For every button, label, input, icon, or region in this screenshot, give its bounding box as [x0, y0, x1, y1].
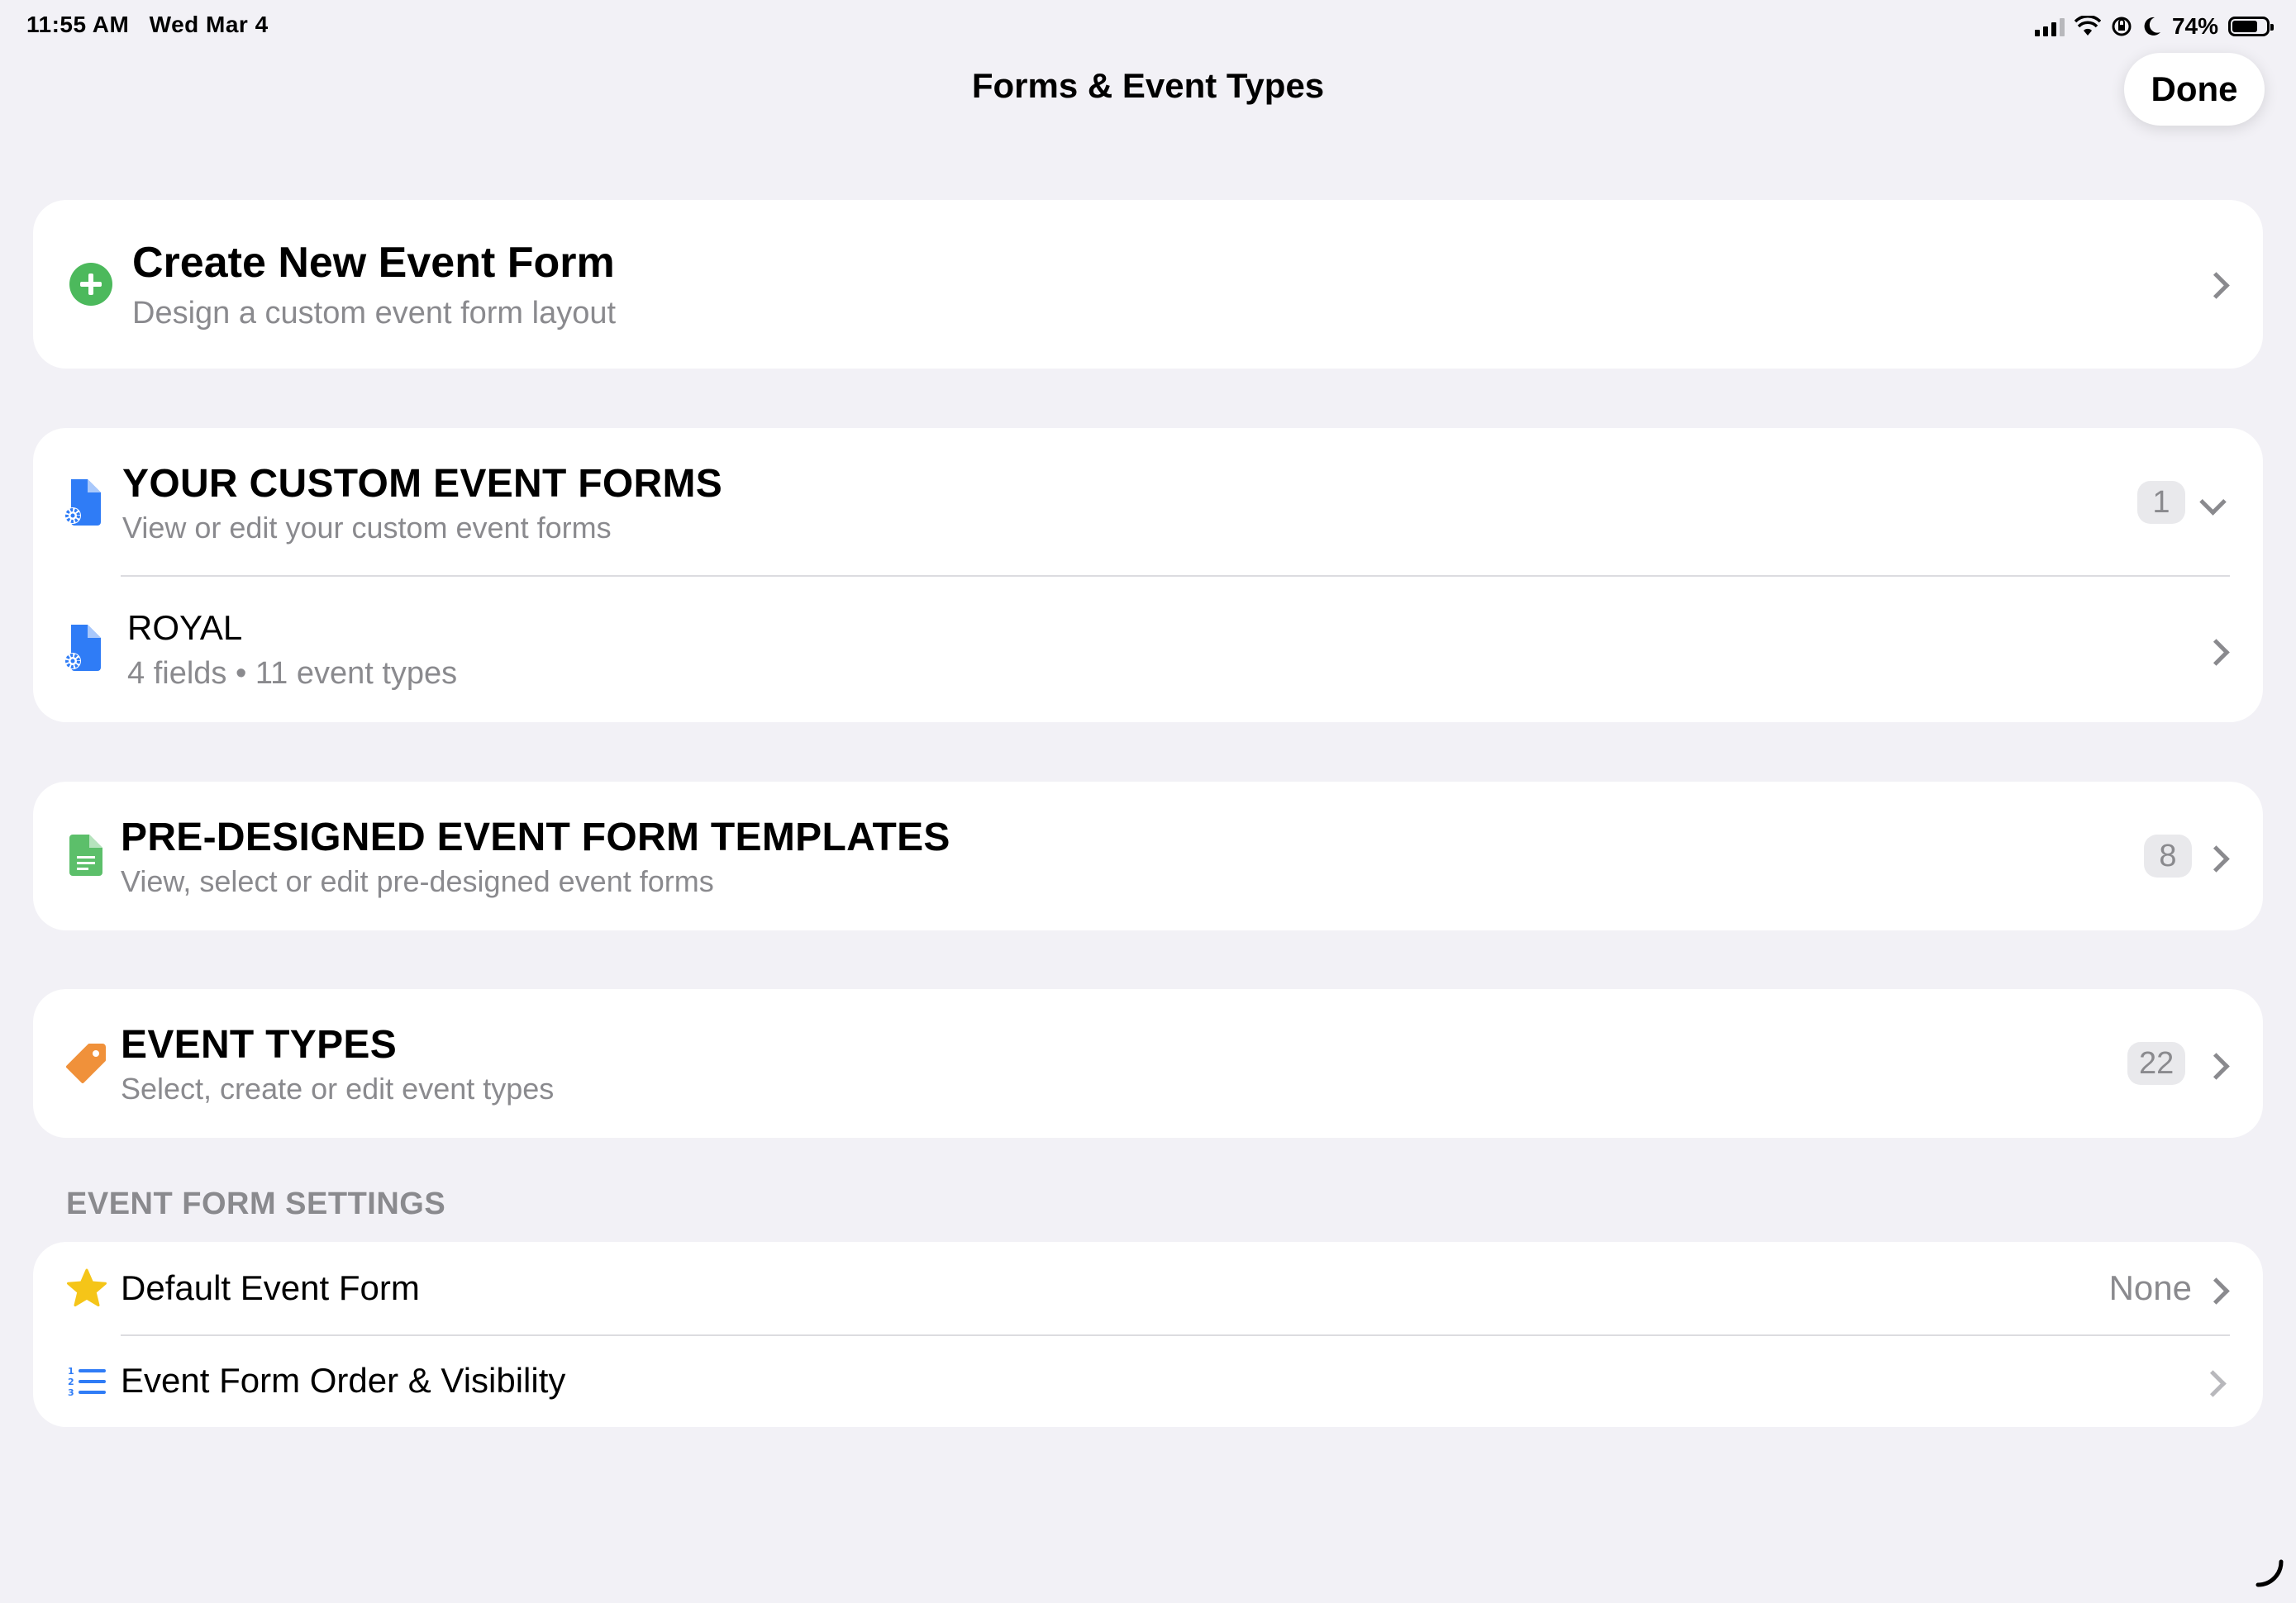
default-event-form-row[interactable]: Default Event Form None	[33, 1242, 2263, 1334]
done-button[interactable]: Done	[2124, 53, 2265, 126]
svg-text:1: 1	[68, 1366, 74, 1377]
document-gear-icon	[64, 625, 101, 671]
custom-forms-count-badge: 1	[2137, 481, 2185, 524]
status-bar-right: 74%	[2034, 12, 2274, 41]
svg-text:2: 2	[68, 1377, 74, 1387]
event-form-order-label: Event Form Order & Visibility	[121, 1361, 566, 1400]
create-new-event-form-row[interactable]: Create New Event Form Design a custom ev…	[33, 200, 2263, 369]
star-icon	[67, 1268, 107, 1307]
status-time: 11:55 AM	[26, 12, 130, 37]
tag-icon	[66, 1044, 106, 1083]
wifi-icon	[2074, 16, 2101, 36]
cellular-signal-icon	[2034, 17, 2065, 36]
custom-forms-subtitle: View or edit your custom event forms	[122, 511, 612, 545]
chevron-right-icon	[2203, 272, 2230, 299]
document-gear-icon	[64, 479, 101, 526]
event-types-subtitle: Select, create or edit event types	[121, 1072, 555, 1106]
custom-form-item-royal[interactable]: ROYAL 4 fields • 11 event types	[33, 577, 2263, 722]
custom-forms-header-row[interactable]: YOUR CUSTOM EVENT FORMS View or edit you…	[33, 428, 2263, 575]
templates-title: PRE-DESIGNED EVENT FORM TEMPLATES	[121, 816, 950, 859]
orientation-lock-icon	[2112, 17, 2132, 36]
event-types-title: EVENT TYPES	[121, 1023, 398, 1067]
templates-row[interactable]: PRE-DESIGNED EVENT FORM TEMPLATES View, …	[33, 782, 2263, 930]
chevron-down-icon[interactable]	[2199, 488, 2227, 516]
settings-card: Default Event Form None 1 2 3 Event Form…	[33, 1242, 2263, 1427]
chevron-right-icon	[2203, 845, 2230, 873]
document-icon	[69, 835, 102, 876]
moon-icon	[2144, 17, 2160, 36]
chevron-right-icon	[2199, 1370, 2227, 1397]
status-date: Wed Mar 4	[149, 12, 269, 37]
custom-forms-title: YOUR CUSTOM EVENT FORMS	[122, 462, 723, 506]
templates-subtitle: View, select or edit pre-designed event …	[121, 864, 714, 898]
settings-section-header: EVENT FORM SETTINGS	[66, 1187, 446, 1221]
custom-form-details: 4 fields • 11 event types	[127, 656, 458, 691]
page-title: Forms & Event Types	[971, 66, 1325, 105]
chevron-right-icon	[2203, 1277, 2230, 1305]
resize-handle-icon[interactable]	[2255, 1558, 2284, 1588]
status-bar-time: 11:55 AM Wed Mar 4	[26, 12, 269, 38]
custom-form-name: ROYAL	[127, 608, 243, 647]
numbered-list-icon: 1 2 3	[68, 1366, 106, 1397]
event-form-order-visibility-row[interactable]: 1 2 3 Event Form Order & Visibility	[33, 1336, 2263, 1427]
default-event-form-label: Default Event Form	[121, 1268, 420, 1307]
battery-percent: 74%	[2171, 13, 2218, 39]
templates-count-badge: 8	[2144, 835, 2192, 878]
event-types-row[interactable]: EVENT TYPES Select, create or edit event…	[33, 989, 2263, 1138]
plus-circle-icon	[69, 263, 112, 306]
custom-forms-card: YOUR CUSTOM EVENT FORMS View or edit you…	[33, 428, 2263, 722]
default-event-form-value: None	[2108, 1268, 2192, 1307]
battery-icon	[2228, 17, 2274, 36]
create-form-title: Create New Event Form	[132, 239, 615, 287]
svg-text:3: 3	[68, 1387, 74, 1397]
chevron-right-icon	[2203, 639, 2230, 666]
event-types-count-badge: 22	[2127, 1042, 2186, 1085]
chevron-right-icon	[2203, 1053, 2230, 1080]
create-form-subtitle: Design a custom event form layout	[132, 296, 617, 331]
